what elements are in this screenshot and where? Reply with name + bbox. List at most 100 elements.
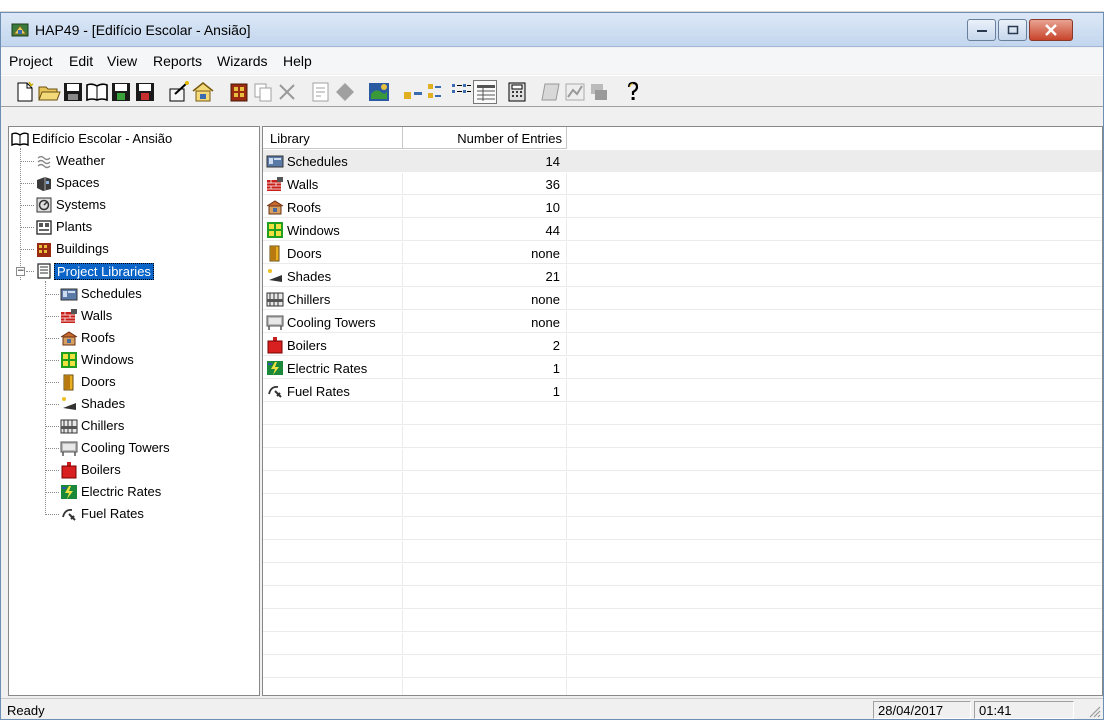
- tree-line: [20, 183, 34, 184]
- tree-line: [45, 470, 59, 471]
- tree-line: [20, 148, 21, 280]
- empty-row: [263, 610, 1102, 632]
- diamond-icon[interactable]: [333, 80, 357, 104]
- menu-project[interactable]: Project: [9, 53, 53, 69]
- row-entries: 44: [403, 219, 567, 241]
- row-entries: 1: [403, 357, 567, 379]
- resize-grip-icon[interactable]: [1087, 704, 1101, 718]
- library-table[interactable]: Library Number of Entries Schedules 14 W…: [262, 126, 1103, 696]
- retrieve-icon[interactable]: [133, 80, 157, 104]
- menu-help[interactable]: Help: [283, 53, 312, 69]
- menu-view[interactable]: View: [107, 53, 137, 69]
- details-view-icon[interactable]: [473, 80, 497, 104]
- open-project-icon[interactable]: [37, 80, 61, 104]
- table-row[interactable]: Windows 44: [263, 219, 1102, 241]
- empty-row: [263, 518, 1102, 540]
- tree-item-label: Project Libraries: [54, 263, 154, 280]
- tree-line: [20, 205, 34, 206]
- project-tree[interactable]: Edifício Escolar - Ansião Weather Spaces…: [8, 126, 260, 696]
- fuel-rates-icon: [62, 508, 76, 521]
- row-name: Doors: [287, 246, 322, 261]
- schedules-icon: [60, 288, 78, 301]
- properties-icon[interactable]: [309, 80, 333, 104]
- tree-line: [45, 360, 59, 361]
- row-entries: 36: [403, 173, 567, 195]
- menu-reports[interactable]: Reports: [153, 53, 202, 69]
- row-entries: none: [403, 311, 567, 333]
- tree-item-label: Shades: [81, 396, 126, 411]
- tree-item-label: Cooling Towers: [81, 440, 170, 455]
- weather-map-icon[interactable]: [367, 80, 391, 104]
- windows-icon: [61, 352, 77, 368]
- doors-icon: [269, 245, 280, 262]
- tree-line: [20, 249, 34, 250]
- table-row[interactable]: Boilers 2: [263, 334, 1102, 356]
- column-header-entries[interactable]: Number of Entries: [403, 127, 567, 149]
- collapse-toggle[interactable]: −: [16, 267, 25, 276]
- tree-item-label: Systems: [56, 197, 106, 212]
- title-bar[interactable]: HAP49 - [Edifício Escolar - Ansião]: [1, 13, 1103, 47]
- small-icons-icon[interactable]: [425, 80, 449, 104]
- help-icon[interactable]: [621, 80, 645, 104]
- list-view-icon[interactable]: [449, 80, 473, 104]
- calculator-icon[interactable]: [505, 80, 529, 104]
- delete-icon[interactable]: [275, 80, 299, 104]
- copy-icon[interactable]: [251, 80, 275, 104]
- window-title: HAP49 - [Edifício Escolar - Ansião]: [35, 22, 251, 38]
- row-name: Shades: [287, 269, 332, 284]
- tree-item-label: Spaces: [56, 175, 100, 190]
- large-icons-icon[interactable]: [401, 80, 425, 104]
- table-row[interactable]: Cooling Towers none: [263, 311, 1102, 333]
- tree-item-label: Weather: [56, 153, 105, 168]
- boilers-icon: [267, 337, 283, 354]
- minimize-button[interactable]: [967, 19, 996, 41]
- report-view-icon[interactable]: [539, 80, 563, 104]
- tree-line: [20, 227, 34, 228]
- walls-icon: [61, 309, 77, 323]
- table-row[interactable]: Roofs 10: [263, 196, 1102, 218]
- save-icon[interactable]: [61, 80, 85, 104]
- empty-row: [263, 633, 1102, 655]
- wizard-icon[interactable]: [167, 80, 191, 104]
- empty-row: [263, 679, 1102, 695]
- app-icon: [11, 23, 29, 37]
- library-book-icon[interactable]: [85, 80, 109, 104]
- empty-row: [263, 449, 1102, 471]
- table-row[interactable]: Schedules 14: [263, 150, 1102, 172]
- walls-icon: [267, 177, 283, 191]
- boilers-icon: [61, 462, 77, 479]
- row-name: Windows: [287, 223, 340, 238]
- home-building-icon[interactable]: [191, 80, 215, 104]
- desktop-strip: [0, 0, 1104, 12]
- status-text: Ready: [7, 703, 45, 718]
- empty-row: [263, 426, 1102, 448]
- archive-icon[interactable]: [109, 80, 133, 104]
- tree-item-label: Boilers: [81, 462, 121, 477]
- table-row[interactable]: Walls 36: [263, 173, 1102, 195]
- column-header-library[interactable]: Library: [263, 127, 403, 149]
- close-button[interactable]: [1029, 19, 1073, 41]
- shades-icon: [268, 269, 282, 282]
- table-row[interactable]: Electric Rates 1: [263, 357, 1102, 379]
- tree-line: [45, 426, 59, 427]
- doors-icon: [63, 374, 74, 391]
- empty-row: [263, 472, 1102, 494]
- tree-line: [45, 404, 59, 405]
- menu-wizards[interactable]: Wizards: [217, 53, 268, 69]
- tree-item-label: Fuel Rates: [81, 506, 144, 521]
- spaces-icon: [37, 177, 51, 191]
- print-report-icon[interactable]: [587, 80, 611, 104]
- chart-icon[interactable]: [563, 80, 587, 104]
- building-icon[interactable]: [227, 80, 251, 104]
- row-name: Chillers: [287, 292, 331, 307]
- app-window: HAP49 - [Edifício Escolar - Ansião] Proj…: [0, 12, 1104, 720]
- table-row[interactable]: Chillers none: [263, 288, 1102, 310]
- tree-item-label: Plants: [56, 219, 93, 234]
- schedules-icon: [266, 155, 284, 168]
- maximize-button[interactable]: [998, 19, 1027, 41]
- table-row[interactable]: Doors none: [263, 242, 1102, 264]
- table-row[interactable]: Shades 21: [263, 265, 1102, 287]
- table-row[interactable]: Fuel Rates 1: [263, 380, 1102, 402]
- new-project-icon[interactable]: [13, 80, 37, 104]
- menu-edit[interactable]: Edit: [69, 53, 93, 69]
